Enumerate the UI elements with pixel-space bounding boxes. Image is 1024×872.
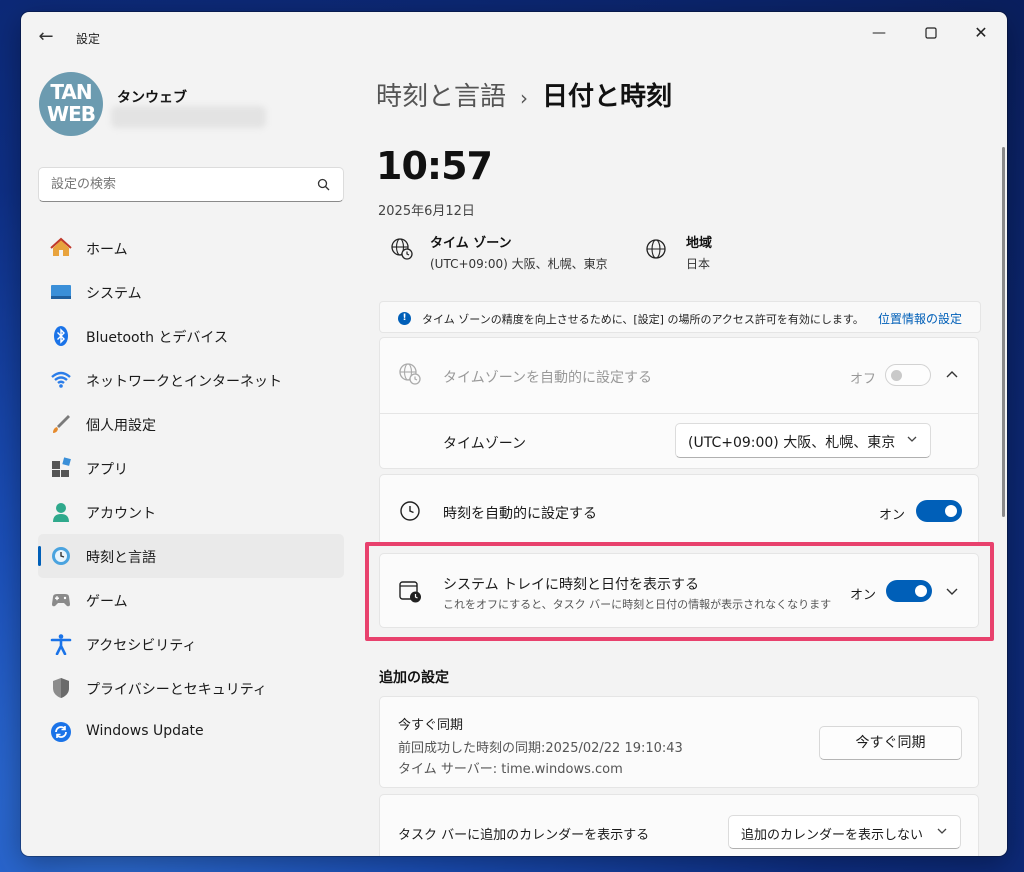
timezone-dropdown-value: (UTC+09:00) 大阪、札幌、東京 bbox=[688, 435, 896, 451]
chevron-down-icon bbox=[906, 433, 918, 448]
active-indicator bbox=[38, 546, 41, 566]
sidebar-item-windows-update[interactable]: Windows Update bbox=[38, 710, 344, 754]
calendar-label: タスク バーに追加のカレンダーを表示する bbox=[398, 828, 650, 843]
search-box[interactable] bbox=[38, 167, 344, 202]
calendar-dropdown[interactable]: 追加のカレンダーを表示しない bbox=[728, 815, 961, 849]
sidebar-item-home[interactable]: ホーム bbox=[38, 226, 344, 270]
sidebar-nav: ホーム システム Bluetooth とデバイス ネットワークとインターネット … bbox=[38, 226, 344, 754]
auto-timezone-state: オフ bbox=[850, 372, 877, 387]
auto-time-state: オン bbox=[879, 508, 906, 523]
user-email-blurred bbox=[111, 106, 266, 128]
sidebar-item-label: システム bbox=[86, 286, 142, 302]
current-date: 2025年6月12日 bbox=[378, 204, 475, 219]
search-input[interactable] bbox=[39, 168, 309, 201]
breadcrumb-parent[interactable]: 時刻と言語 bbox=[376, 82, 506, 112]
sidebar-item-label: Windows Update bbox=[86, 723, 204, 739]
timezone-auto-icon bbox=[398, 362, 422, 390]
time-language-icon bbox=[50, 545, 72, 567]
sync-now-button[interactable]: 今すぐ同期 bbox=[819, 726, 962, 760]
current-time: 10:57 bbox=[376, 144, 493, 188]
avatar-text-top: TAN bbox=[50, 80, 92, 104]
region-info-value: 日本 bbox=[686, 257, 711, 271]
highlight-box bbox=[365, 542, 994, 641]
sidebar-item-label: アクセシビリティ bbox=[86, 638, 197, 654]
sidebar-item-gaming[interactable]: ゲーム bbox=[38, 578, 344, 622]
auto-timezone-toggle[interactable] bbox=[885, 364, 931, 386]
globe-icon bbox=[645, 238, 669, 262]
title-bar: ← 設定 — ✕ bbox=[21, 12, 1007, 60]
divider bbox=[380, 413, 978, 414]
sidebar-item-apps[interactable]: アプリ bbox=[38, 446, 344, 490]
close-icon[interactable]: ✕ bbox=[959, 18, 1003, 48]
apps-icon bbox=[50, 457, 72, 479]
sidebar-item-label: 時刻と言語 bbox=[86, 550, 156, 566]
sync-last-success: 前回成功した時刻の同期:2025/02/22 19:10:43 bbox=[398, 741, 683, 756]
calendar-dropdown-value: 追加のカレンダーを表示しない bbox=[741, 828, 924, 843]
sidebar-item-label: アプリ bbox=[86, 462, 128, 478]
sidebar-item-label: Bluetooth とデバイス bbox=[86, 330, 228, 346]
sidebar-item-network[interactable]: ネットワークとインターネット bbox=[38, 358, 344, 402]
account-icon bbox=[50, 501, 72, 523]
sidebar-item-label: ホーム bbox=[86, 242, 128, 258]
banner-text: タイム ゾーンの精度を向上させるために、[設定] の場所のアクセス許可を有効にし… bbox=[422, 313, 864, 326]
timezone-info-title: タイム ゾーン bbox=[430, 236, 512, 251]
calendar-card: タスク バーに追加のカレンダーを表示する 追加のカレンダーを表示しない bbox=[379, 794, 979, 856]
sidebar-item-accounts[interactable]: アカウント bbox=[38, 490, 344, 534]
additional-settings-heading: 追加の設定 bbox=[379, 670, 449, 686]
sync-time-server: タイム サーバー: time.windows.com bbox=[398, 762, 623, 777]
sidebar-item-time-language[interactable]: 時刻と言語 bbox=[38, 534, 344, 578]
brush-icon bbox=[50, 413, 72, 435]
sidebar-item-personalization[interactable]: 個人用設定 bbox=[38, 402, 344, 446]
sidebar-item-label: ゲーム bbox=[86, 594, 128, 610]
accessibility-icon bbox=[50, 633, 72, 656]
sidebar-item-label: 個人用設定 bbox=[86, 418, 156, 434]
sync-card: 今すぐ同期 前回成功した時刻の同期:2025/02/22 19:10:43 タイ… bbox=[379, 696, 979, 788]
info-icon: ! bbox=[398, 312, 411, 325]
user-name: タンウェブ bbox=[117, 90, 187, 106]
shield-icon bbox=[50, 677, 72, 699]
update-icon bbox=[50, 721, 72, 743]
auto-timezone-label: タイムゾーンを自動的に設定する bbox=[443, 370, 653, 386]
system-icon bbox=[50, 281, 72, 303]
location-settings-link[interactable]: 位置情報の設定 bbox=[878, 310, 962, 327]
timezone-globe-icon bbox=[390, 237, 414, 261]
sidebar-item-label: ネットワークとインターネット bbox=[86, 374, 282, 390]
home-icon bbox=[50, 237, 72, 259]
wifi-icon bbox=[50, 369, 72, 391]
sidebar-item-label: プライバシーとセキュリティ bbox=[86, 682, 267, 698]
location-permission-banner: ! タイム ゾーンの精度を向上させるために、[設定] の場所のアクセス許可を有効… bbox=[379, 301, 981, 333]
app-title: 設定 bbox=[76, 32, 101, 46]
gamepad-icon bbox=[50, 589, 72, 611]
region-info-title: 地域 bbox=[686, 236, 713, 251]
back-arrow-icon[interactable]: ← bbox=[35, 26, 57, 48]
timezone-dropdown[interactable]: (UTC+09:00) 大阪、札幌、東京 bbox=[675, 423, 931, 458]
auto-time-toggle[interactable] bbox=[916, 500, 962, 522]
maximize-icon[interactable] bbox=[909, 18, 953, 48]
clock-icon bbox=[399, 500, 421, 526]
scrollbar[interactable] bbox=[1002, 147, 1005, 517]
page-title: 日付と時刻 bbox=[542, 82, 673, 112]
auto-time-card: 時刻を自動的に設定する オン bbox=[379, 474, 979, 546]
auto-time-label: 時刻を自動的に設定する bbox=[443, 506, 597, 522]
auto-timezone-card: タイムゾーンを自動的に設定する オフ タイムゾーン (UTC+09:00) 大阪… bbox=[379, 337, 979, 469]
sidebar-item-accessibility[interactable]: アクセシビリティ bbox=[38, 622, 344, 666]
sidebar-item-privacy[interactable]: プライバシーとセキュリティ bbox=[38, 666, 344, 710]
avatar[interactable]: TAN WEB bbox=[39, 72, 103, 136]
sidebar-item-bluetooth[interactable]: Bluetooth とデバイス bbox=[38, 314, 344, 358]
chevron-down-icon bbox=[936, 825, 948, 840]
timezone-label: タイムゾーン bbox=[443, 436, 527, 452]
minimize-icon[interactable]: — bbox=[857, 18, 901, 48]
sync-title: 今すぐ同期 bbox=[398, 718, 464, 733]
breadcrumb: 時刻と言語 › 日付と時刻 bbox=[376, 76, 672, 113]
breadcrumb-separator: › bbox=[520, 86, 529, 110]
timezone-info-value: (UTC+09:00) 大阪、札幌、東京 bbox=[430, 257, 608, 271]
bluetooth-icon bbox=[50, 325, 72, 347]
settings-window: ← 設定 — ✕ TAN WEB タンウェブ ホーム システム Bluetoot… bbox=[21, 12, 1007, 856]
sidebar-item-label: アカウント bbox=[86, 506, 156, 522]
sidebar-item-system[interactable]: システム bbox=[38, 270, 344, 314]
chevron-up-icon[interactable] bbox=[945, 368, 959, 382]
search-icon[interactable] bbox=[317, 177, 331, 196]
avatar-text-bottom: WEB bbox=[47, 102, 96, 126]
